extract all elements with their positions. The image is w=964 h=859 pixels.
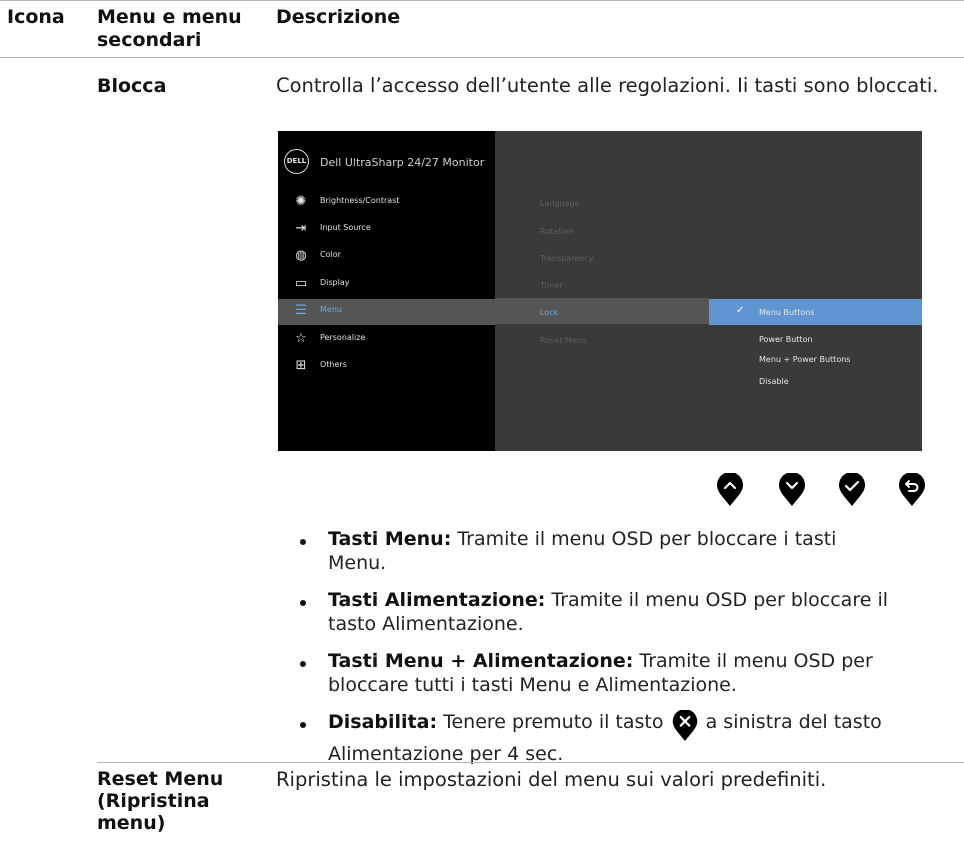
bullet-text: Tramite il menu OSD per bloccare i tasti <box>457 528 837 550</box>
osd-sub-lock[interactable]: Lock <box>540 308 558 317</box>
osd-option-menu-buttons[interactable]: Menu Buttons <box>759 308 814 317</box>
menu-icon: ☰ <box>295 303 307 318</box>
reset-row-rule <box>97 762 964 763</box>
osd-item-display[interactable]: ▭ Display <box>278 272 495 298</box>
bullet-dot <box>300 539 306 545</box>
bullet-menu-power-buttons: Tasti Menu + Alimentazione: Tramite il m… <box>328 649 948 697</box>
reset-label-line1: Reset Menu <box>97 768 224 790</box>
back-button[interactable] <box>898 473 926 507</box>
osd-sub-transparency[interactable]: Transparency <box>540 254 593 263</box>
osd-screenshot: DELL Dell UltraSharp 24/27 Monitor ✺ Bri… <box>278 131 922 451</box>
down-arrow-button[interactable] <box>778 473 806 507</box>
bullet-text-line2: Menu. <box>328 552 387 574</box>
bullet-text-pre: Tenere premuto il tasto <box>443 711 664 733</box>
bullet-term: Tasti Menu: <box>328 528 452 550</box>
top-rule <box>0 0 964 1</box>
lock-description: Controlla l’accesso dell’utente alle reg… <box>276 74 939 97</box>
bullet-term: Tasti Menu + Alimentazione: <box>328 650 634 672</box>
bullet-dot <box>300 661 306 667</box>
osd-sub-language[interactable]: Language <box>540 199 579 208</box>
bullet-disable: Disabilita: Tenere premuto il tasto a si… <box>328 710 958 766</box>
star-icon: ☆ <box>295 331 307 346</box>
osd-option-menu-power-buttons[interactable]: Menu + Power Buttons <box>759 355 850 364</box>
osd-submenu <box>495 131 709 451</box>
osd-option-disable[interactable]: Disable <box>759 377 789 386</box>
bullet-text: Tramite il menu OSD per <box>639 650 873 672</box>
osd-item-brightness[interactable]: ✺ Brightness/Contrast <box>278 190 495 216</box>
osd-item-input-source[interactable]: ⇥ Input Source <box>278 217 495 243</box>
brightness-icon: ✺ <box>295 194 307 209</box>
reset-label-line2: (Ripristina <box>97 790 210 812</box>
check-icon: ✓ <box>736 305 745 316</box>
osd-item-label: Display <box>320 278 350 287</box>
lock-label: Blocca <box>97 75 167 97</box>
bullet-text-line2: bloccare tutti i tasti Menu e Alimentazi… <box>328 674 737 696</box>
osd-sub-active-bar <box>495 298 709 324</box>
bullet-power-button: Tasti Alimentazione: Tramite il menu OSD… <box>328 588 948 636</box>
bullet-term: Disabilita: <box>328 711 438 733</box>
header-menu: Menu e menu secondari <box>97 6 242 51</box>
close-button-icon <box>672 710 697 742</box>
osd-option-power-button[interactable]: Power Button <box>759 335 813 344</box>
input-source-icon: ⇥ <box>295 221 307 236</box>
dell-logo: DELL <box>284 149 309 174</box>
bullet-text: Tramite il menu OSD per bloccare il <box>551 589 889 611</box>
up-arrow-button[interactable] <box>716 473 744 507</box>
osd-title: Dell UltraSharp 24/27 Monitor <box>320 156 485 169</box>
header-icon: Icona <box>7 6 65 28</box>
bullet-dot <box>300 600 306 606</box>
reset-label-line3: menu) <box>97 812 166 834</box>
osd-item-label: Color <box>320 250 341 259</box>
osd-item-menu[interactable]: ☰ Menu <box>278 299 495 325</box>
bullet-dot <box>300 722 306 728</box>
osd-item-label: Personalize <box>320 333 366 342</box>
osd-item-color[interactable]: ◍ Color <box>278 244 495 270</box>
osd-sub-reset-menu[interactable]: Reset Menu <box>540 336 587 345</box>
osd-item-others[interactable]: ⊞ Others <box>278 354 495 380</box>
osd-item-label: Menu <box>320 305 342 314</box>
osd-item-personalize[interactable]: ☆ Personalize <box>278 327 495 353</box>
check-button[interactable] <box>838 473 866 507</box>
osd-item-label: Input Source <box>320 223 371 232</box>
header-description: Descrizione <box>276 6 401 28</box>
bullet-text-post: a sinistra del tasto <box>705 711 882 733</box>
osd-item-label: Brightness/Contrast <box>320 196 400 205</box>
header-rule <box>0 57 964 58</box>
reset-menu-description: Ripristina le impostazioni del menu sui … <box>276 768 827 791</box>
reset-menu-label: Reset Menu (Ripristina menu) <box>97 768 223 834</box>
osd-sub-timer[interactable]: Timer <box>540 281 563 290</box>
osd-sub-rotation[interactable]: Rotation <box>540 227 573 236</box>
osd-item-label: Others <box>320 360 347 369</box>
bullet-menu-buttons: Tasti Menu: Tramite il menu OSD per bloc… <box>328 527 948 575</box>
display-icon: ▭ <box>294 276 308 291</box>
bullet-term: Tasti Alimentazione: <box>328 589 546 611</box>
others-icon: ⊞ <box>295 358 307 373</box>
color-icon: ◍ <box>295 248 307 263</box>
bullet-text-line2: tasto Alimentazione. <box>328 613 524 635</box>
